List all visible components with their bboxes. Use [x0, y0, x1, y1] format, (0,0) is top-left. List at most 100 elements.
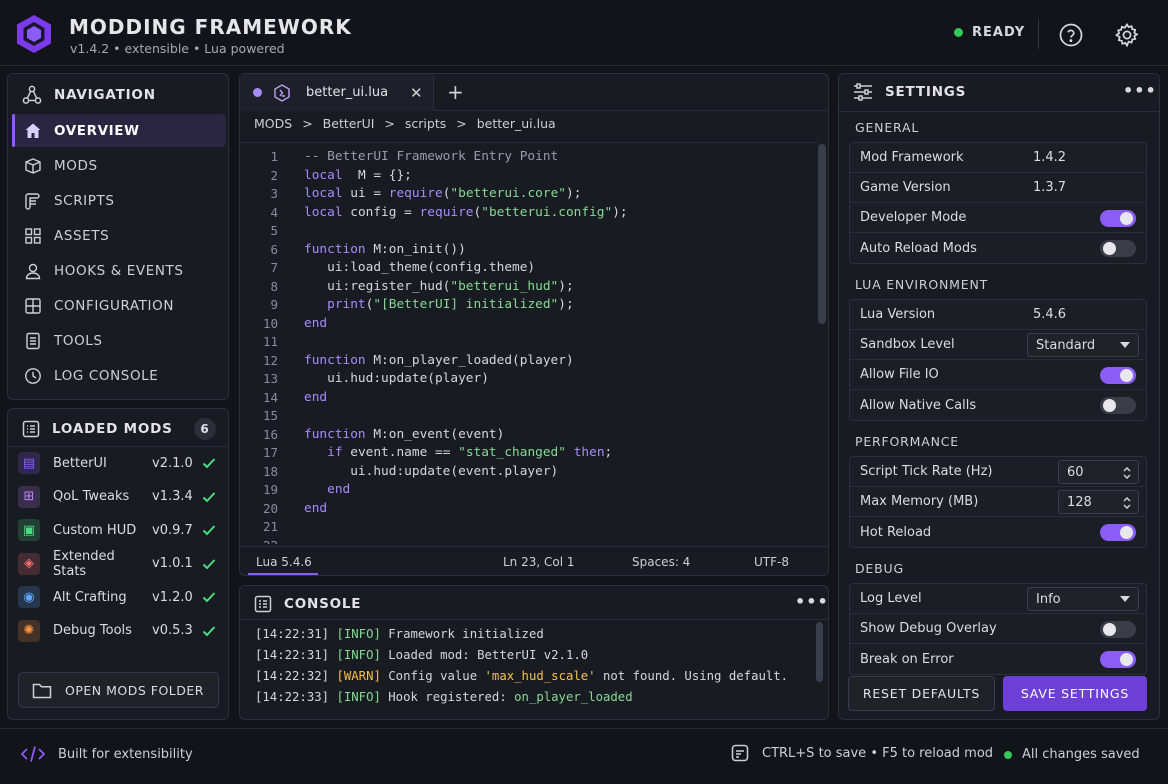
editor-status-bar: Lua 5.4.6 Ln 23, Col 1 Spaces: 4 UTF-8: [240, 546, 828, 575]
line-number: 20: [262, 500, 278, 516]
section-title-general: GENERAL: [855, 120, 920, 135]
divider: [240, 619, 828, 620]
script-tick-rate-hz-stepper[interactable]: 60: [1058, 460, 1139, 484]
breadcrumb-item[interactable]: MODS: [254, 116, 292, 131]
console-scrollbar[interactable]: [816, 622, 823, 682]
list-icon: [22, 420, 40, 438]
code-area[interactable]: 1 -- BetterUI Framework Entry Point 2 local…: [240, 142, 818, 544]
setting-value: 1.4.2: [1033, 150, 1067, 165]
check-icon: [202, 625, 218, 637]
sidebar-item-label: TOOLS: [54, 332, 103, 349]
tab-better-ui-lua[interactable]: better_ui.lua: [240, 74, 434, 111]
auto-reload-mods-toggle[interactable]: [1100, 240, 1136, 257]
sidebar-item-hooks-events[interactable]: HOOKS & EVENTS: [12, 254, 226, 287]
select-value: Info: [1036, 591, 1061, 607]
close-tab-icon[interactable]: ✕: [410, 84, 423, 102]
break-on-error-toggle[interactable]: [1100, 651, 1136, 668]
mod-list-item[interactable]: ⊞ QoL Tweaks v1.3.4: [18, 482, 218, 512]
sidebar-item-log-console[interactable]: LOG CONSOLE: [12, 359, 226, 392]
console-header: CONSOLE: [254, 595, 361, 613]
hexagon-logo-icon: [14, 13, 54, 55]
code-token: M:on_player_loaded(player): [365, 352, 574, 368]
section-title-lua-environment: LUA ENVIRONMENT: [855, 277, 989, 292]
mod-version: v2.1.0: [152, 455, 193, 471]
save-settings-button[interactable]: SAVE SETTINGS: [1003, 676, 1147, 711]
mod-list-item[interactable]: ◉ Alt Crafting v1.2.0: [18, 582, 218, 612]
reset-defaults-button[interactable]: RESET DEFAULTS: [848, 676, 995, 711]
log-timestamp: [14:22:32]: [255, 669, 330, 683]
help-icon[interactable]: [1059, 23, 1083, 47]
code-token: );: [558, 278, 574, 294]
modified-dot-icon: [253, 88, 262, 97]
indentation-status[interactable]: Spaces: 4: [632, 555, 690, 569]
setting-label: Hot Reload: [860, 524, 932, 540]
sidebar-item-scripts[interactable]: SCRIPTS: [12, 184, 226, 217]
settings-title: SETTINGS: [885, 84, 967, 100]
allow-file-io-toggle[interactable]: [1100, 367, 1136, 384]
loaded-mods-header: LOADED MODS 6: [22, 418, 216, 440]
line-number: 2: [270, 167, 278, 183]
divider: [839, 111, 1159, 112]
code-line: ui:register_hud("betterui_hud");: [304, 279, 574, 294]
sandbox-level-select[interactable]: Standard: [1027, 333, 1139, 357]
sidebar-item-overview[interactable]: OVERVIEW: [12, 114, 226, 147]
line-number: 16: [262, 426, 278, 442]
app-subtitle: v1.4.2 • extensible • Lua powered: [70, 41, 285, 56]
breadcrumb-item[interactable]: scripts: [405, 116, 446, 131]
editor-scrollbar[interactable]: [818, 144, 826, 324]
console-more-icon[interactable]: •••: [795, 592, 829, 611]
sliders-icon: [853, 83, 873, 101]
mod-list-item[interactable]: ◈ Extended Stats v1.0.1: [18, 549, 218, 579]
save-status: All changes saved: [1004, 747, 1140, 762]
sidebar-item-assets[interactable]: ASSETS: [12, 219, 226, 252]
sidebar-item-tools[interactable]: TOOLS: [12, 324, 226, 357]
setting-label: Game Version: [860, 180, 951, 195]
mod-list-item[interactable]: ✺ Debug Tools v0.5.3: [18, 616, 218, 646]
gear-icon[interactable]: [1114, 22, 1140, 48]
breadcrumb-separator: >: [384, 116, 395, 131]
allow-native-calls-toggle[interactable]: [1100, 397, 1136, 414]
mod-list-item[interactable]: ▣ Custom HUD v0.9.7: [18, 515, 218, 545]
setting-label: Auto Reload Mods: [860, 240, 977, 256]
breadcrumb-item[interactable]: better_ui.lua: [477, 116, 556, 131]
code-token: then: [573, 445, 605, 460]
mod-list-item[interactable]: ▤ BetterUI v2.1.0: [18, 448, 218, 478]
mod-icon: ◈: [18, 552, 40, 575]
setting-label: Log Level: [860, 591, 922, 606]
stepper-arrows-icon[interactable]: [1122, 465, 1132, 481]
code-token: ;: [604, 445, 613, 460]
settings-more-icon[interactable]: •••: [1123, 81, 1157, 100]
code-token: event.name ==: [342, 445, 459, 460]
max-memory-mb-stepper[interactable]: 128: [1058, 490, 1139, 514]
sidebar-item-mods[interactable]: MODS: [12, 149, 226, 182]
hot-reload-toggle[interactable]: [1100, 524, 1136, 541]
log-level-select[interactable]: Info: [1027, 587, 1139, 611]
setting-row-max-memory-mb: Max Memory (MB) 128: [850, 487, 1146, 517]
log-timestamp: [14:22:31]: [255, 648, 330, 662]
mods-count-badge: 6: [194, 418, 216, 440]
new-tab-plus-icon[interactable]: +: [447, 80, 464, 104]
console-panel: CONSOLE ••• [14:22:31] [INFO] Framework …: [239, 585, 829, 720]
open-mods-folder-button[interactable]: OPEN MODS FOLDER: [18, 672, 219, 708]
sidebar-item-configuration[interactable]: CONFIGURATION: [12, 289, 226, 322]
setting-value: 1.3.7: [1033, 180, 1067, 195]
setting-row-mod-framework: Mod Framework 1.4.2: [850, 143, 1146, 173]
code-token: -- BetterUI Framework Entry Point: [304, 149, 559, 164]
settings-header: SETTINGS: [853, 83, 966, 101]
encoding-status[interactable]: UTF-8: [754, 555, 789, 569]
developer-mode-toggle[interactable]: [1100, 210, 1136, 227]
mod-icon: ✺: [18, 619, 40, 642]
status-label: READY: [972, 25, 1026, 40]
stepper-arrows-icon[interactable]: [1122, 495, 1132, 511]
show-debug-overlay-toggle[interactable]: [1100, 621, 1136, 638]
setting-row-developer-mode: Developer Mode: [850, 203, 1146, 233]
language-status[interactable]: Lua 5.4.6: [256, 555, 312, 569]
check-icon: [202, 491, 218, 503]
code-line: ui.hud:update(player): [304, 371, 489, 386]
mod-version: v1.2.0: [152, 589, 193, 605]
breadcrumb-separator: >: [302, 116, 313, 131]
breadcrumb-item[interactable]: BetterUI: [323, 116, 375, 131]
status-dot-icon: [954, 28, 963, 37]
line-number: 9: [270, 297, 278, 312]
